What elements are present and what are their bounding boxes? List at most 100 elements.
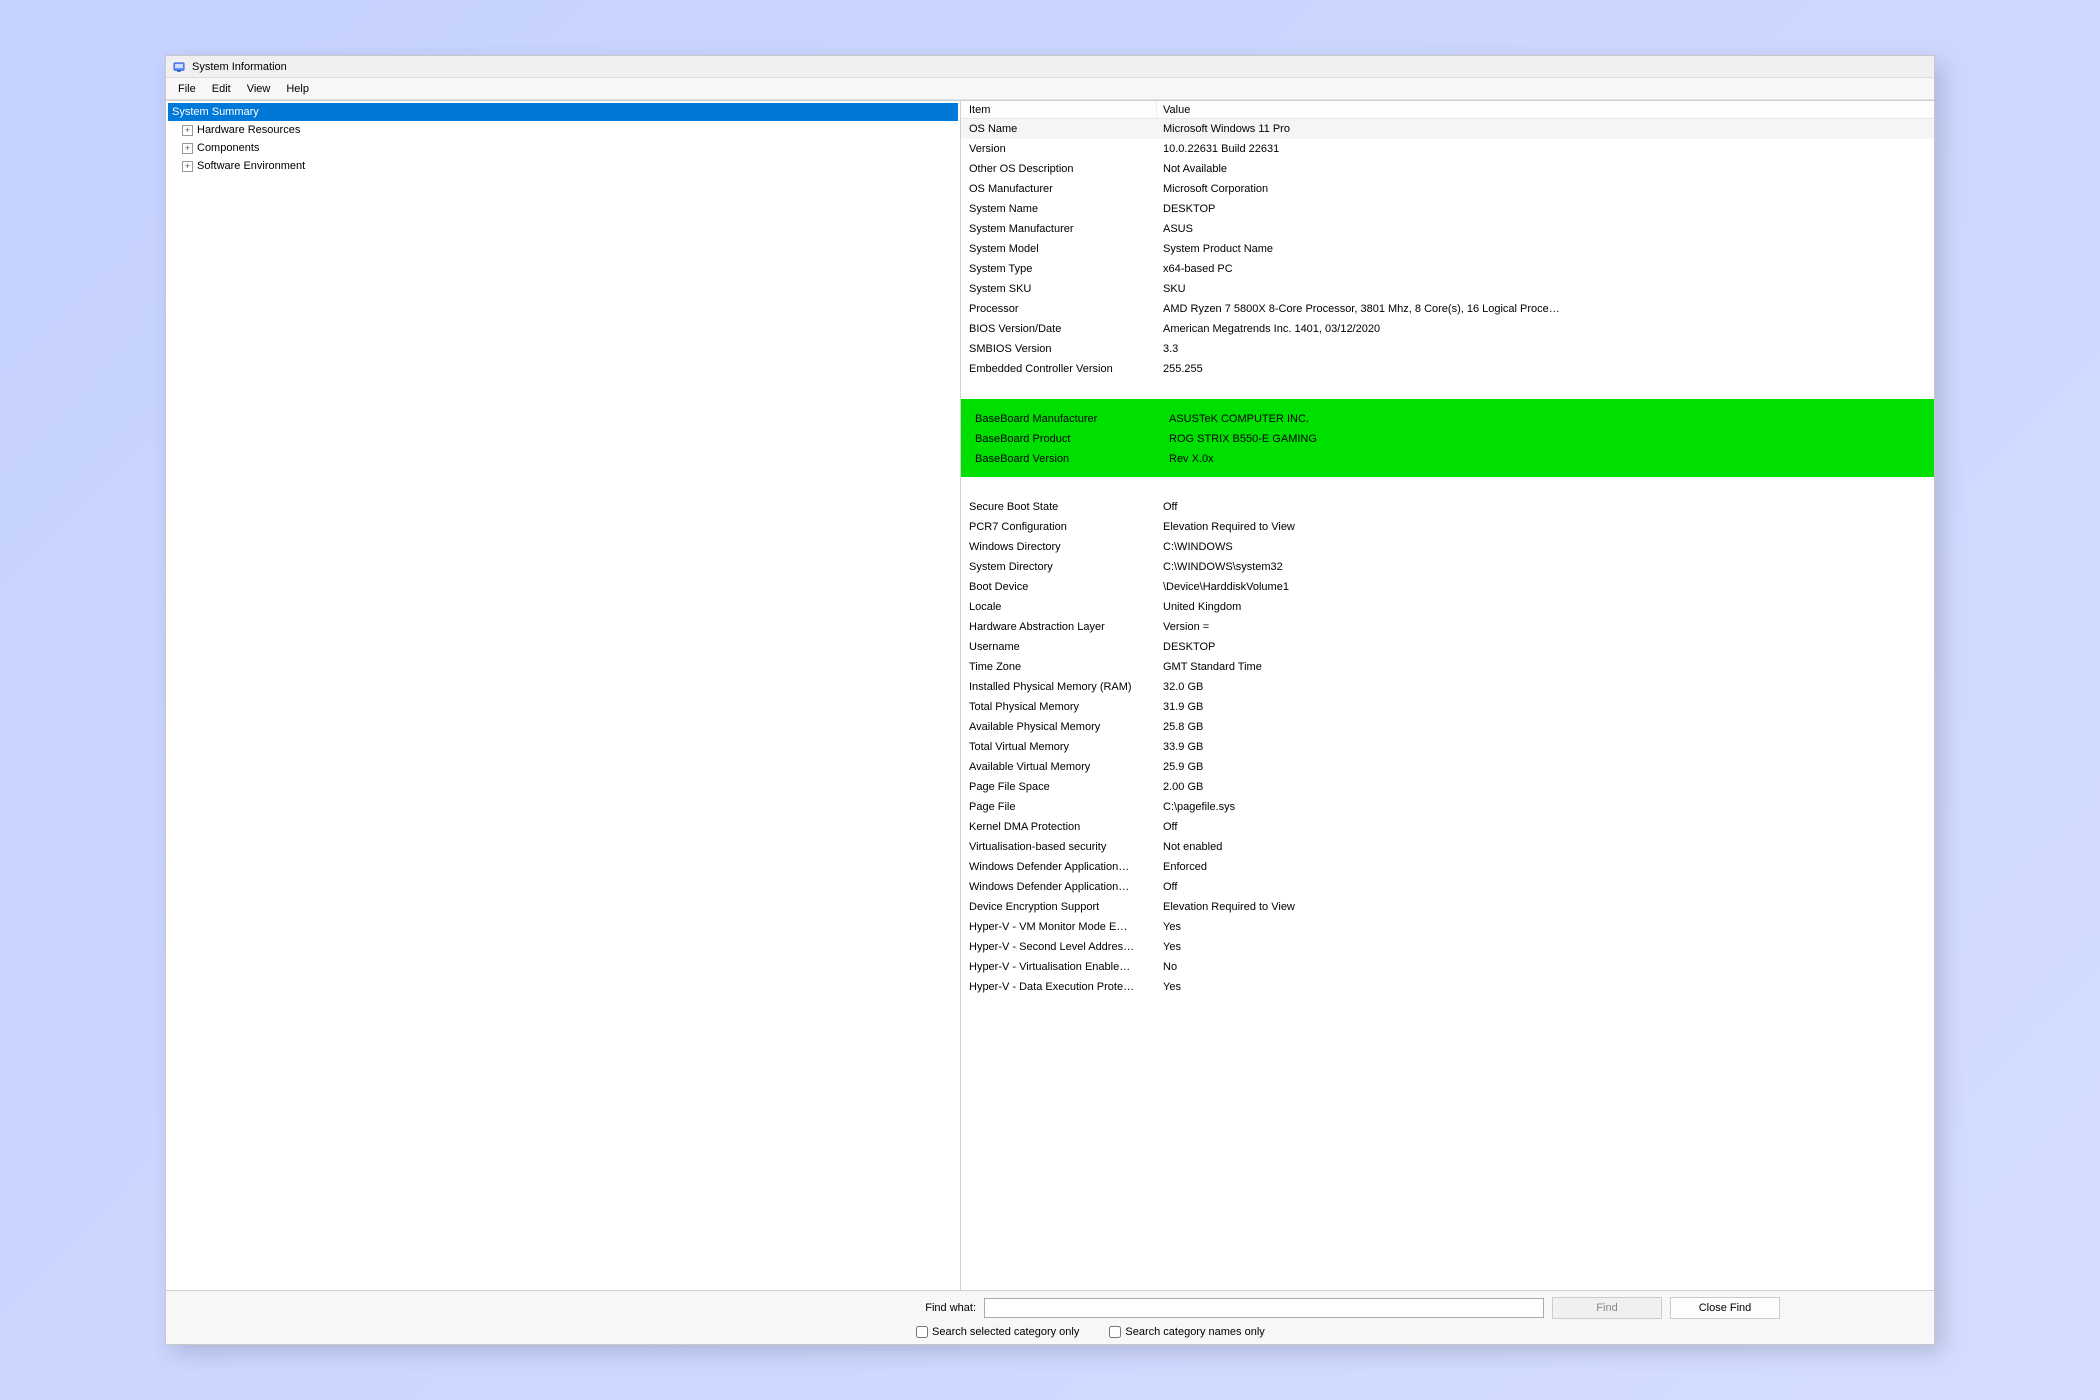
- search-category-names-checkbox[interactable]: Search category names only: [1109, 1326, 1264, 1338]
- details-row[interactable]: System SKUSKU: [961, 279, 1934, 299]
- close-find-button[interactable]: Close Find: [1670, 1297, 1780, 1319]
- details-row[interactable]: UsernameDESKTOP: [961, 637, 1934, 657]
- checkbox-input[interactable]: [916, 1326, 928, 1338]
- row-item: Processor: [961, 303, 1157, 315]
- row-value: C:\WINDOWS: [1157, 541, 1627, 553]
- row-item: Windows Defender Application…: [961, 881, 1157, 893]
- details-row[interactable]: System DirectoryC:\WINDOWS\system32: [961, 557, 1934, 577]
- details-row[interactable]: Hyper-V - Data Execution Prote…Yes: [961, 977, 1934, 997]
- details-row[interactable]: LocaleUnited Kingdom: [961, 597, 1934, 617]
- navigation-tree[interactable]: System Summary + Hardware Resources + Co…: [166, 101, 961, 1290]
- tree-software-environment[interactable]: + Software Environment: [168, 157, 958, 175]
- details-row[interactable]: OS ManufacturerMicrosoft Corporation: [961, 179, 1934, 199]
- details-row[interactable]: Windows Defender Application…Off: [961, 877, 1934, 897]
- row-value: 255.255: [1157, 363, 1627, 375]
- details-row[interactable]: Secure Boot StateOff: [961, 497, 1934, 517]
- tree-label: System Summary: [172, 106, 259, 118]
- details-row[interactable]: Device Encryption SupportElevation Requi…: [961, 897, 1934, 917]
- details-row[interactable]: Windows Defender Application…Enforced: [961, 857, 1934, 877]
- tree-system-summary[interactable]: System Summary: [168, 103, 958, 121]
- row-value: Off: [1157, 881, 1627, 893]
- row-item: Windows Directory: [961, 541, 1157, 553]
- details-row[interactable]: ProcessorAMD Ryzen 7 5800X 8-Core Proces…: [961, 299, 1934, 319]
- details-row[interactable]: Other OS DescriptionNot Available: [961, 159, 1934, 179]
- details-header[interactable]: Item Value: [961, 101, 1934, 119]
- details-row[interactable]: Installed Physical Memory (RAM)32.0 GB: [961, 677, 1934, 697]
- details-row[interactable]: Version10.0.22631 Build 22631: [961, 139, 1934, 159]
- menu-help[interactable]: Help: [278, 81, 317, 97]
- row-value: Off: [1157, 821, 1627, 833]
- details-row[interactable]: OS NameMicrosoft Windows 11 Pro: [961, 119, 1934, 139]
- menu-edit[interactable]: Edit: [204, 81, 239, 97]
- details-row[interactable]: BaseBoard ProductROG STRIX B550-E GAMING: [967, 429, 1928, 449]
- app-icon: [172, 60, 186, 74]
- tree-label: Components: [197, 142, 259, 154]
- details-row[interactable]: Page File Space2.00 GB: [961, 777, 1934, 797]
- menu-file[interactable]: File: [170, 81, 204, 97]
- row-item: System Name: [961, 203, 1157, 215]
- row-value: Elevation Required to View: [1157, 521, 1627, 533]
- row-value: Elevation Required to View: [1157, 901, 1627, 913]
- details-row[interactable]: Hyper-V - Second Level Addres…Yes: [961, 937, 1934, 957]
- find-input[interactable]: [984, 1298, 1544, 1318]
- details-row[interactable]: Kernel DMA ProtectionOff: [961, 817, 1934, 837]
- details-row[interactable]: Windows DirectoryC:\WINDOWS: [961, 537, 1934, 557]
- find-button[interactable]: Find: [1552, 1297, 1662, 1319]
- details-row[interactable]: System NameDESKTOP: [961, 199, 1934, 219]
- details-row[interactable]: Boot Device\Device\HarddiskVolume1: [961, 577, 1934, 597]
- details-row[interactable]: Available Physical Memory25.8 GB: [961, 717, 1934, 737]
- expand-icon[interactable]: +: [182, 143, 193, 154]
- row-item: Username: [961, 641, 1157, 653]
- row-value: 3.3: [1157, 343, 1627, 355]
- details-row[interactable]: Hyper-V - Virtualisation Enable…No: [961, 957, 1934, 977]
- row-value: 31.9 GB: [1157, 701, 1627, 713]
- details-row[interactable]: Page FileC:\pagefile.sys: [961, 797, 1934, 817]
- details-row[interactable]: System ModelSystem Product Name: [961, 239, 1934, 259]
- details-row[interactable]: Time ZoneGMT Standard Time: [961, 657, 1934, 677]
- details-row[interactable]: Virtualisation-based securityNot enabled: [961, 837, 1934, 857]
- details-row[interactable]: System Typex64-based PC: [961, 259, 1934, 279]
- row-item: Total Physical Memory: [961, 701, 1157, 713]
- content-area: System Summary + Hardware Resources + Co…: [166, 100, 1934, 1290]
- row-item: BaseBoard Manufacturer: [967, 413, 1163, 425]
- details-row[interactable]: System ManufacturerASUS: [961, 219, 1934, 239]
- row-item: OS Manufacturer: [961, 183, 1157, 195]
- column-item[interactable]: Item: [961, 101, 1157, 118]
- details-row[interactable]: PCR7 ConfigurationElevation Required to …: [961, 517, 1934, 537]
- checkbox-input[interactable]: [1109, 1326, 1121, 1338]
- details-row[interactable]: SMBIOS Version3.3: [961, 339, 1934, 359]
- details-row[interactable]: BaseBoard VersionRev X.0x: [967, 449, 1928, 469]
- details-row[interactable]: Embedded Controller Version255.255: [961, 359, 1934, 379]
- details-row[interactable]: Hardware Abstraction LayerVersion =: [961, 617, 1934, 637]
- row-value: 2.00 GB: [1157, 781, 1627, 793]
- row-value: Microsoft Corporation: [1157, 183, 1627, 195]
- details-row[interactable]: BIOS Version/DateAmerican Megatrends Inc…: [961, 319, 1934, 339]
- tree-components[interactable]: + Components: [168, 139, 958, 157]
- tree-hardware-resources[interactable]: + Hardware Resources: [168, 121, 958, 139]
- details-list[interactable]: Item Value OS NameMicrosoft Windows 11 P…: [961, 101, 1934, 1290]
- menu-view[interactable]: View: [239, 81, 279, 97]
- details-row[interactable]: Total Physical Memory31.9 GB: [961, 697, 1934, 717]
- system-information-window: System Information File Edit View Help S…: [165, 55, 1935, 1345]
- row-value: Not Available: [1157, 163, 1627, 175]
- column-value[interactable]: Value: [1157, 101, 1934, 118]
- row-value: Microsoft Windows 11 Pro: [1157, 123, 1627, 135]
- details-row[interactable]: Total Virtual Memory33.9 GB: [961, 737, 1934, 757]
- row-item: SMBIOS Version: [961, 343, 1157, 355]
- titlebar[interactable]: System Information: [166, 56, 1934, 78]
- expand-icon[interactable]: +: [182, 125, 193, 136]
- menubar: File Edit View Help: [166, 78, 1934, 100]
- details-row[interactable]: BaseBoard ManufacturerASUSTeK COMPUTER I…: [967, 409, 1928, 429]
- details-row[interactable]: Hyper-V - VM Monitor Mode E…Yes: [961, 917, 1934, 937]
- row-item: Time Zone: [961, 661, 1157, 673]
- row-value: AMD Ryzen 7 5800X 8-Core Processor, 3801…: [1157, 303, 1627, 315]
- find-label: Find what:: [906, 1302, 976, 1314]
- details-row[interactable]: Available Virtual Memory25.9 GB: [961, 757, 1934, 777]
- row-value: GMT Standard Time: [1157, 661, 1627, 673]
- expand-icon[interactable]: +: [182, 161, 193, 172]
- row-item: Available Physical Memory: [961, 721, 1157, 733]
- row-item: System Type: [961, 263, 1157, 275]
- find-bar: Find what: Find Close Find Search select…: [166, 1290, 1934, 1344]
- search-selected-category-checkbox[interactable]: Search selected category only: [916, 1326, 1079, 1338]
- row-value: 25.9 GB: [1157, 761, 1627, 773]
